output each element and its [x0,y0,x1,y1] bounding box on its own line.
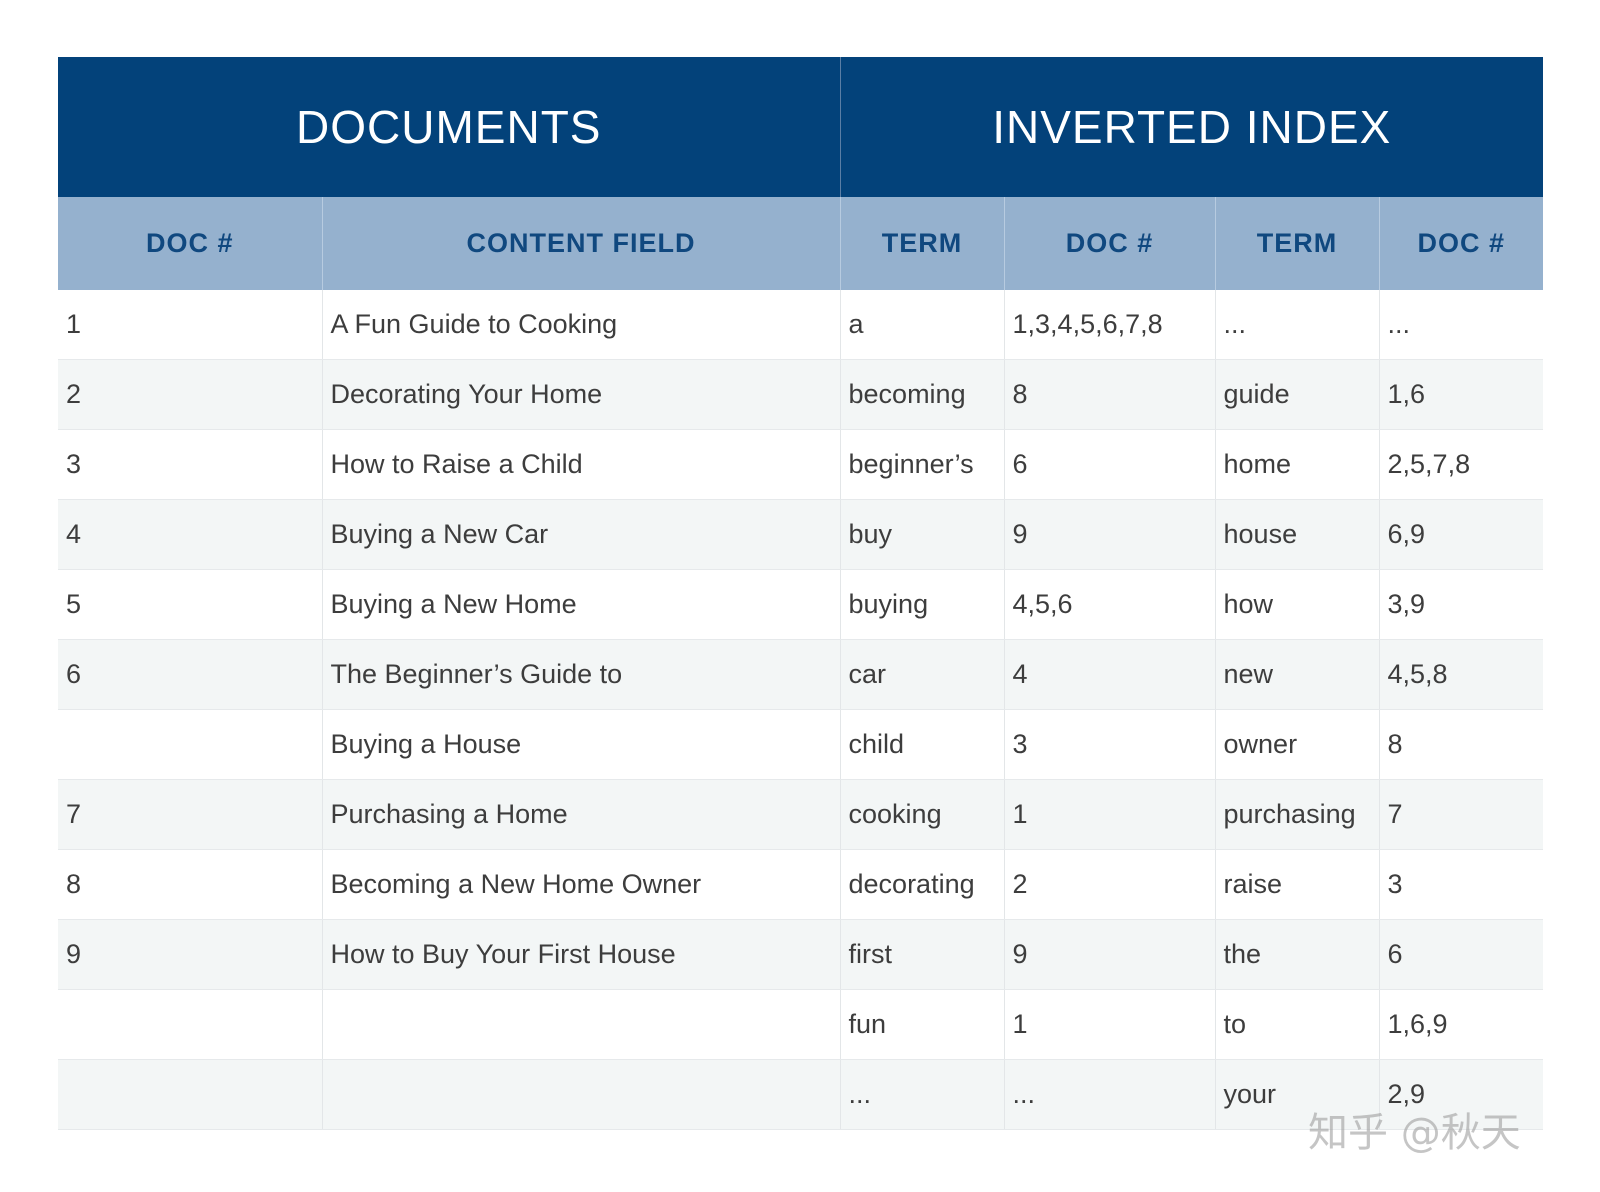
term-cell: purchasing [1214,779,1380,850]
term-cell: new [1214,639,1380,710]
column-header-row: DOC # CONTENT FIELD TERM DOC # TERM DOC … [58,197,1544,290]
term-docs-cell: 3,9 [1378,569,1544,640]
doc-number-cell [58,1059,322,1130]
term-cell: a [839,290,1005,360]
table-row: Buying a House child 3 owner 8 [58,709,1544,780]
table-row: 6 The Beginner’s Guide to car 4 new 4,5,… [58,639,1544,710]
documents-group-header: DOCUMENTS [58,57,841,197]
term-cell: car [839,639,1005,710]
table-row: 7 Purchasing a Home cooking 1 purchasing… [58,779,1544,850]
term-cell: ... [1214,290,1380,360]
content-field-cell: How to Raise a Child [321,429,841,500]
content-field-cell: Buying a New Car [321,499,841,570]
term-docs-cell: 1,6 [1378,359,1544,430]
table-row: fun 1 to 1,6,9 [58,989,1544,1060]
content-field-cell [321,1059,841,1130]
inverted-index-table-container: DOCUMENTS INVERTED INDEX DOC # CONTENT F… [58,57,1544,1130]
table-row: 3 How to Raise a Child beginner’s 6 home… [58,429,1544,500]
table-body: 1 A Fun Guide to Cooking a 1,3,4,5,6,7,8… [58,290,1544,1130]
term-docs-cell: ... [1378,290,1544,360]
term-docs-cell: 8 [1378,709,1544,780]
content-field-cell: The Beginner’s Guide to [321,639,841,710]
content-field-cell: How to Buy Your First House [321,919,841,990]
term-docs-cell: 6 [1003,429,1216,500]
term-cell: your [1214,1059,1380,1130]
term-cell: beginner’s [839,429,1005,500]
column-header-doc-number: DOC # [58,197,322,290]
term-cell: buy [839,499,1005,570]
term-cell: cooking [839,779,1005,850]
inverted-index-group-header: INVERTED INDEX [839,57,1544,197]
table-row: 5 Buying a New Home buying 4,5,6 how 3,9 [58,569,1544,640]
content-field-cell: Buying a New Home [321,569,841,640]
term-cell: child [839,709,1005,780]
term-docs-cell: 2 [1003,849,1216,920]
content-field-cell [321,989,841,1060]
doc-number-cell: 1 [58,290,322,360]
term-docs-cell: ... [1003,1059,1216,1130]
term-docs-cell: 4,5,6 [1003,569,1216,640]
inverted-index-table: DOCUMENTS INVERTED INDEX DOC # CONTENT F… [58,57,1544,1130]
doc-number-cell: 7 [58,779,322,850]
term-cell: house [1214,499,1380,570]
content-field-cell: Decorating Your Home [321,359,841,430]
term-docs-cell: 8 [1003,359,1216,430]
term-docs-cell: 9 [1003,499,1216,570]
content-field-cell: Buying a House [321,709,841,780]
term-cell: ... [839,1059,1005,1130]
content-field-cell: Becoming a New Home Owner [321,849,841,920]
table-row: ... ... your 2,9 [58,1059,1544,1130]
term-cell: owner [1214,709,1380,780]
doc-number-cell: 2 [58,359,322,430]
term-cell: becoming [839,359,1005,430]
doc-number-cell: 3 [58,429,322,500]
doc-number-cell: 6 [58,639,322,710]
term-cell: how [1214,569,1380,640]
term-docs-cell: 6 [1378,919,1544,990]
term-docs-cell: 9 [1003,919,1216,990]
term-cell: fun [839,989,1005,1060]
term-cell: first [839,919,1005,990]
doc-number-cell [58,709,322,780]
column-header-term: TERM [839,197,1005,290]
doc-number-cell: 4 [58,499,322,570]
term-docs-cell: 2,5,7,8 [1378,429,1544,500]
doc-number-cell [58,989,322,1060]
table-row: 1 A Fun Guide to Cooking a 1,3,4,5,6,7,8… [58,290,1544,360]
column-header-term-2-doc-number: DOC # [1378,197,1544,290]
term-cell: the [1214,919,1380,990]
term-docs-cell: 1 [1003,989,1216,1060]
doc-number-cell: 8 [58,849,322,920]
term-docs-cell: 1,6,9 [1378,989,1544,1060]
group-header-row: DOCUMENTS INVERTED INDEX [58,57,1544,197]
term-docs-cell: 1,3,4,5,6,7,8 [1003,290,1216,360]
content-field-cell: A Fun Guide to Cooking [321,290,841,360]
term-docs-cell: 4 [1003,639,1216,710]
column-header-content-field: CONTENT FIELD [321,197,841,290]
term-cell: decorating [839,849,1005,920]
content-field-cell: Purchasing a Home [321,779,841,850]
doc-number-cell: 5 [58,569,322,640]
term-cell: buying [839,569,1005,640]
term-docs-cell: 4,5,8 [1378,639,1544,710]
term-cell: to [1214,989,1380,1060]
term-cell: home [1214,429,1380,500]
term-docs-cell: 2,9 [1378,1059,1544,1130]
doc-number-cell: 9 [58,919,322,990]
table-row: 8 Becoming a New Home Owner decorating 2… [58,849,1544,920]
term-docs-cell: 3 [1003,709,1216,780]
term-docs-cell: 6,9 [1378,499,1544,570]
table-row: 4 Buying a New Car buy 9 house 6,9 [58,499,1544,570]
column-header-term-doc-number: DOC # [1003,197,1216,290]
term-docs-cell: 7 [1378,779,1544,850]
term-cell: raise [1214,849,1380,920]
term-cell: guide [1214,359,1380,430]
term-docs-cell: 1 [1003,779,1216,850]
column-header-term-2: TERM [1214,197,1380,290]
table-row: 9 How to Buy Your First House first 9 th… [58,919,1544,990]
table-row: 2 Decorating Your Home becoming 8 guide … [58,359,1544,430]
term-docs-cell: 3 [1378,849,1544,920]
